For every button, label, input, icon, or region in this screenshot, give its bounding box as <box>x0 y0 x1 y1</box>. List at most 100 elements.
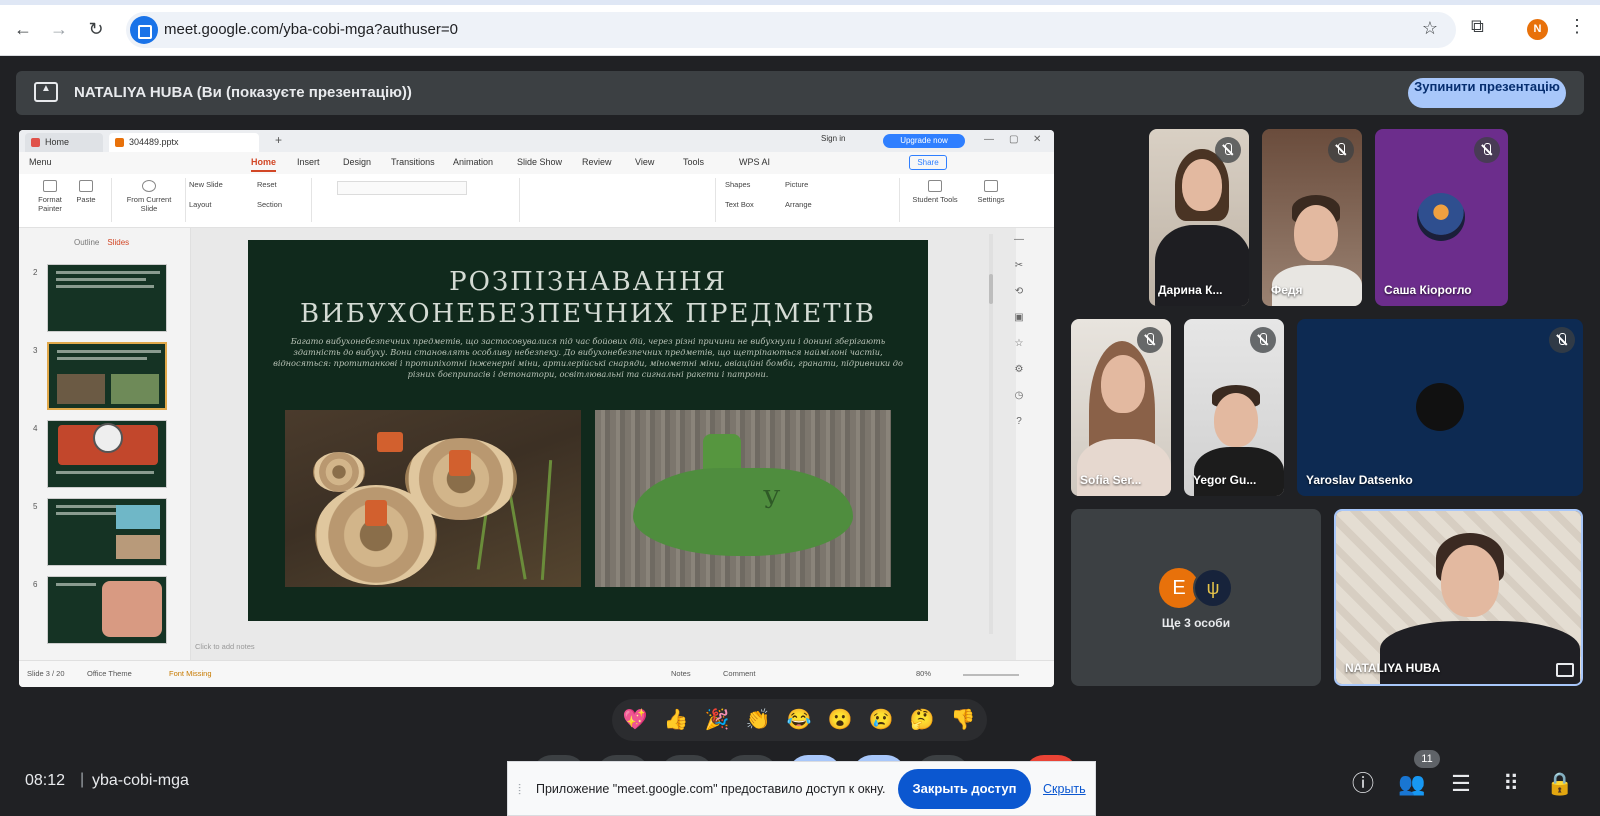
wps-share-button[interactable]: Share <box>909 155 947 170</box>
menu-item-design[interactable]: Design <box>343 157 371 167</box>
wps-tab-home[interactable]: Home <box>25 133 103 152</box>
participant-tile[interactable]: Федя <box>1262 129 1362 306</box>
student-tools-button[interactable]: Student Tools <box>907 180 963 204</box>
profile-avatar[interactable]: N <box>1527 19 1548 40</box>
text-box-button[interactable]: Text Box <box>725 200 754 209</box>
reaction-clap[interactable]: 👏 <box>741 706 775 734</box>
participant-tile[interactable]: Саша Кіорогло <box>1375 129 1508 306</box>
menu-item-animation[interactable]: Animation <box>453 157 493 167</box>
people-icon[interactable]: 👥 <box>1398 770 1426 798</box>
menu-item-menu[interactable]: Menu <box>29 157 52 167</box>
wps-tabbar: Home 304489.pptx + Sign in Upgrade now —… <box>19 130 1054 152</box>
wps-statusbar: Slide 3 / 20 Office Theme Font Missing N… <box>19 660 1054 687</box>
participant-avatar <box>1417 193 1465 241</box>
forward-icon[interactable]: → <box>46 16 72 42</box>
slide-thumbnail[interactable] <box>47 498 167 566</box>
stop-presenting-button[interactable]: Зупинити презентацію <box>1408 78 1566 108</box>
menu-item-tools[interactable]: Tools <box>683 157 704 167</box>
layout-button[interactable]: Layout <box>189 200 212 209</box>
back-icon[interactable]: ← <box>10 16 36 42</box>
from-current-slide-button[interactable]: From Current Slide <box>119 180 179 213</box>
reaction-laugh[interactable]: 😂 <box>782 706 816 734</box>
notes-toggle[interactable]: Notes <box>671 669 691 678</box>
menu-item-view[interactable]: View <box>635 157 654 167</box>
zoom-level[interactable]: 80% <box>916 669 931 678</box>
tool-icon[interactable]: ⟲ <box>999 286 1039 312</box>
wps-tab-file[interactable]: 304489.pptx <box>109 133 259 152</box>
participant-tile[interactable]: Yegor Gu... <box>1184 319 1284 496</box>
bookmark-star-icon[interactable]: ☆ <box>1422 18 1438 39</box>
reaction-thinking[interactable]: 🤔 <box>905 706 939 734</box>
reaction-thumbs-down[interactable]: 👎 <box>946 706 980 734</box>
slide-thumbnail[interactable] <box>47 264 167 332</box>
menu-item-wps-ai[interactable]: WPS AI <box>739 157 770 167</box>
ribbon-divider <box>185 178 186 222</box>
drag-handle-icon[interactable]: ⦙ <box>518 781 521 798</box>
tool-icon[interactable]: ◷ <box>999 390 1039 416</box>
shapes-button[interactable]: Shapes <box>725 180 750 189</box>
slide-thumbnail[interactable] <box>47 576 167 644</box>
address-bar[interactable]: meet.google.com/yba-cobi-mga?authuser=0 … <box>126 12 1456 48</box>
zoom-slider[interactable] <box>963 674 1019 676</box>
site-camera-icon[interactable] <box>130 16 158 44</box>
minimize-icon[interactable]: — <box>984 134 994 145</box>
section-button[interactable]: Section <box>257 200 282 209</box>
menu-item-transitions[interactable]: Transitions <box>391 157 435 167</box>
new-slide-button[interactable]: New Slide <box>189 180 223 189</box>
tool-icon[interactable]: ☆ <box>999 338 1039 364</box>
slide-thumbnail[interactable] <box>47 420 167 488</box>
reset-button[interactable]: Reset <box>257 180 277 189</box>
reaction-sad[interactable]: 😢 <box>864 706 898 734</box>
reaction-thumbs-up[interactable]: 👍 <box>659 706 693 734</box>
tool-icon[interactable]: ⚙ <box>999 364 1039 390</box>
arrange-button[interactable]: Arrange <box>785 200 812 209</box>
paste-button[interactable]: Paste <box>69 180 103 204</box>
menu-item-slide-show[interactable]: Slide Show <box>517 157 562 167</box>
stop-sharing-button[interactable]: Закрыть доступ <box>898 769 1031 809</box>
slide-scrollbar[interactable] <box>989 234 993 634</box>
participant-tile[interactable]: Yaroslav Datsenko <box>1297 319 1583 496</box>
extensions-icon[interactable]: ⧉ <box>1471 16 1484 37</box>
tab-outline[interactable]: Outline <box>74 238 99 247</box>
more-participants-tile[interactable]: E ψ Ще 3 особи <box>1071 509 1321 686</box>
reload-icon[interactable]: ↻ <box>83 16 109 42</box>
comment-toggle[interactable]: Comment <box>723 669 756 678</box>
close-icon[interactable]: ✕ <box>1033 134 1041 145</box>
tool-icon[interactable]: — <box>999 234 1039 260</box>
wps-upgrade-button[interactable]: Upgrade now <box>883 134 965 148</box>
font-missing-warning[interactable]: Font Missing <box>169 669 212 678</box>
self-tile[interactable]: NATALIYA HUBA <box>1334 509 1583 686</box>
menu-item-insert[interactable]: Insert <box>297 157 320 167</box>
meeting-info-icon[interactable]: ⓘ <box>1349 770 1377 798</box>
activities-icon[interactable]: ⠿ <box>1497 770 1525 798</box>
tool-icon[interactable]: ✂ <box>999 260 1039 286</box>
reaction-heart[interactable]: 💖 <box>618 706 652 734</box>
maximize-icon[interactable]: ▢ <box>1009 134 1018 145</box>
format-painter-button[interactable]: Format Painter <box>33 180 67 213</box>
hide-notice-link[interactable]: Скрыть <box>1043 782 1086 796</box>
picture-in-picture-icon[interactable] <box>1556 663 1574 677</box>
picture-button[interactable]: Picture <box>785 180 808 189</box>
chat-icon[interactable]: ☰ <box>1447 770 1475 798</box>
menu-item-home[interactable]: Home <box>251 157 277 172</box>
wps-menubar: Menu Home Insert Design Transitions Anim… <box>19 152 1054 174</box>
new-tab-icon[interactable]: + <box>275 133 282 147</box>
participant-tile[interactable]: Sofia Ser... <box>1071 319 1171 496</box>
font-name-select[interactable] <box>337 181 467 195</box>
tool-icon[interactable]: ? <box>999 416 1039 442</box>
tool-icon[interactable]: ▣ <box>999 312 1039 338</box>
menu-item-review[interactable]: Review <box>582 157 612 167</box>
browser-menu-icon[interactable]: ⋮ <box>1568 16 1586 37</box>
reaction-party[interactable]: 🎉 <box>700 706 734 734</box>
current-slide[interactable]: РОЗПІЗНАВАННЯ ВИБУХОНЕБЕЗПЕЧНИХ ПРЕДМЕТІ… <box>248 240 928 621</box>
participant-tile[interactable]: Дарина К... <box>1149 129 1249 306</box>
slide-thumbnail-selected[interactable] <box>47 342 167 410</box>
more-participants-label: Ще 3 особи <box>1161 616 1231 630</box>
settings-button[interactable]: Settings <box>971 180 1011 204</box>
screen: ← → ↻ meet.google.com/yba-cobi-mga?authu… <box>0 0 1600 816</box>
host-controls-icon[interactable]: 🔒 <box>1546 770 1574 798</box>
reaction-surprised[interactable]: 😮 <box>823 706 857 734</box>
wps-sign-in[interactable]: Sign in <box>821 134 845 143</box>
notes-placeholder[interactable]: Click to add notes <box>195 642 255 651</box>
tab-slides[interactable]: Slides <box>107 238 129 247</box>
